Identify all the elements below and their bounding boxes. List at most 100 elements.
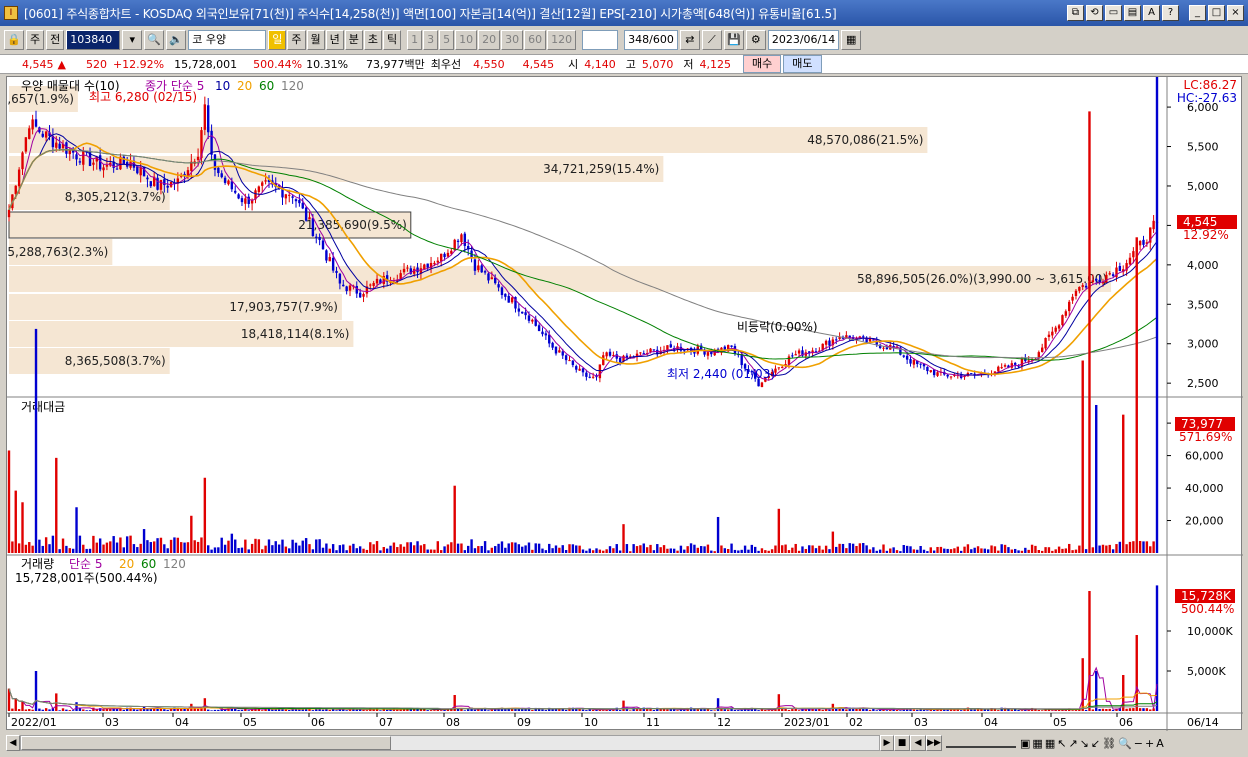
zoom-out-icon[interactable]: 🔍 [1118,737,1132,750]
candle-body [240,198,244,203]
volume-bar [163,709,166,711]
candle-body [504,293,507,297]
chart-tool-icon[interactable]: ⇄ [679,30,700,50]
amount-bar [11,541,14,553]
period-tab-5[interactable]: 초 [363,30,382,50]
window-button-8[interactable]: × [1227,5,1244,21]
scroll-left-icon[interactable]: ◀ [6,735,20,751]
date-field[interactable]: 2023/06/14 [767,30,840,50]
amount-bar [510,542,514,553]
volume-bar [14,698,17,711]
candle-body [797,350,801,354]
amount-bar [112,536,115,553]
stock-name-field[interactable]: 코 우양 [188,30,267,50]
plus-icon[interactable]: + [1145,737,1154,750]
volume-bar [328,709,331,711]
price-tick-label: 5,000 [1187,180,1219,193]
interval-tab-6[interactable]: 60 [524,30,547,50]
period-tab-0[interactable]: 일 [268,30,287,50]
amount-bar [639,545,642,553]
volume-bar [1098,708,1101,711]
sell-button[interactable]: 매도 [783,55,822,73]
link-icon[interactable]: ⛓ [1102,737,1116,750]
gear-icon[interactable]: ⚙ [745,30,766,50]
volume-bar [932,710,936,711]
interval-tab-0[interactable]: 1 [407,30,423,50]
fast-forward-icon[interactable]: ▶▶ [926,735,942,751]
amount-bar [58,549,61,553]
lock-icon[interactable]: 🔒 [4,30,24,50]
amount-bar [696,547,699,553]
amount-bar [277,544,281,553]
amount-bar [92,535,95,553]
grid2-tool-icon[interactable]: ▦ [1045,737,1055,750]
amount-bar [571,544,575,553]
window-button-7[interactable]: □ [1208,5,1225,21]
candle-body [328,257,331,262]
interval-tab-5[interactable]: 30 [501,30,524,50]
minus-icon[interactable]: − [1134,737,1143,750]
amount-bar [1074,549,1078,553]
volume-bar [288,710,291,711]
interval-tab-2[interactable]: 5 [439,30,455,50]
amount-bar [348,545,352,553]
scroll-right-icon[interactable]: ▶ [880,735,894,751]
interval-tab-1[interactable]: 3 [423,30,439,50]
window-button-5[interactable]: ? [1162,5,1179,21]
volume-bar [382,709,385,711]
dropdown-icon[interactable]: ▾ [122,30,143,50]
scrollbar-thumb[interactable] [21,736,391,750]
calendar-icon[interactable]: ▦ [841,30,862,50]
save-icon[interactable]: 💾 [723,30,744,50]
buy-button[interactable]: 매수 [743,55,782,73]
chart-area[interactable]: 6,0005,5005,0004,5004,0003,5003,0002,500… [0,0,1243,731]
rect-tool-icon[interactable]: ▣ [1020,737,1030,750]
amount-bar [24,544,28,553]
amount-bar [514,542,517,553]
period-tab-1[interactable]: 주 [287,30,306,50]
window-button-2[interactable]: ▭ [1105,5,1122,21]
arrow4-tool-icon[interactable]: ↙ [1091,737,1100,750]
volume-bar [618,710,622,711]
arrow2-tool-icon[interactable]: ↗ [1068,737,1077,750]
period-tab-2[interactable]: 월 [306,30,325,50]
interval-input[interactable] [582,30,619,50]
interval-tab-3[interactable]: 10 [455,30,478,50]
candle-body [1128,257,1132,265]
window-button-3[interactable]: ▤ [1124,5,1141,21]
candle-body [1061,315,1064,326]
grid-tool-icon[interactable]: ▦ [1032,737,1042,750]
search-icon[interactable]: 🔍 [144,30,165,50]
period-tab-3[interactable]: 년 [325,30,344,50]
amount-bar [152,541,156,553]
pause-icon[interactable]: ■ [894,735,910,751]
count-field[interactable]: 348/600 [624,30,678,50]
prev-button[interactable]: 전 [46,30,65,50]
arrow3-tool-icon[interactable]: ↘ [1080,737,1089,750]
amount-bar [274,541,277,553]
step-back-icon[interactable]: ◀ [910,735,926,751]
interval-tab-4[interactable]: 20 [478,30,501,50]
period-tab-6[interactable]: 틱 [383,30,402,50]
interval-tab-7[interactable]: 120 [547,30,577,50]
window-button-1[interactable]: ⟲ [1086,5,1103,21]
volume-bar [629,710,632,711]
window-button-6[interactable]: _ [1189,5,1206,21]
speaker-icon[interactable]: 🔈 [166,30,187,50]
arrow-tool-icon[interactable]: ↖ [1057,737,1066,750]
period-tab-4[interactable]: 분 [344,30,363,50]
text-tool-icon[interactable]: A [1156,737,1164,750]
code-input[interactable]: 103840 [66,30,121,50]
market-select[interactable]: 주 [26,30,45,50]
volume-bar [1088,591,1091,711]
amount-bar [210,549,213,553]
zoom-slider[interactable] [946,738,1016,748]
window-button-4[interactable]: A [1143,5,1160,21]
amount-bar [369,542,372,553]
high: 5,070 [641,57,674,71]
scrollbar-track[interactable] [20,735,880,751]
candle-body [585,372,588,377]
line-tool-icon[interactable]: ⟋ [701,30,722,50]
volume-bar [1101,708,1105,711]
window-button-0[interactable]: ⧉ [1067,5,1084,21]
